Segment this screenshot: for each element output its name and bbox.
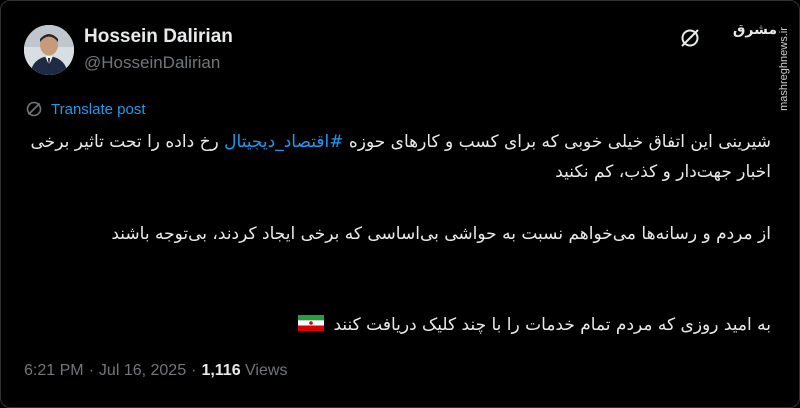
translate-post-label: Translate post <box>51 100 146 118</box>
post-card: Hossein Dalirian @HosseinDalirian مشرق m… <box>0 0 800 408</box>
iran-flag-icon <box>298 315 325 331</box>
tweet-paragraph-2: از مردم و رسانه‌ها می‌خواهم نسبت به حواش… <box>21 219 771 249</box>
post-meta: 6:21 PM · Jul 16, 2025 · 1,116 Views <box>24 362 287 380</box>
tweet-paragraph-3: به امید روزی که مردم تمام خدمات را با چن… <box>21 310 771 340</box>
tweet-text-3: به امید روزی که مردم تمام خدمات را با چن… <box>333 315 771 335</box>
translate-post-link[interactable]: Translate post <box>25 100 146 118</box>
post-date[interactable]: Jul 16, 2025 <box>99 362 186 379</box>
watermark-url: mashreghnews.ir <box>778 27 790 111</box>
avatar-image <box>24 25 74 75</box>
handle[interactable]: @HosseinDalirian <box>84 53 220 73</box>
tweet-text-1a: شیرینی این اتفاق خیلی خوبی که برای کسب و… <box>348 132 771 152</box>
slash-circle-icon <box>681 29 699 47</box>
post-time[interactable]: 6:21 PM <box>24 362 84 379</box>
meta-separator-2: · <box>191 362 197 379</box>
hashtag-link[interactable]: #اقتصاد_دیجیتال <box>224 132 343 152</box>
watermark: mashreghnews.ir <box>777 13 791 125</box>
avatar[interactable] <box>24 25 74 75</box>
display-name[interactable]: Hossein Dalirian <box>84 26 233 48</box>
tweet-paragraph-1: شیرینی این اتفاق خیلی خوبی که برای کسب و… <box>21 127 771 187</box>
views-count[interactable]: 1,116 <box>201 362 240 379</box>
meta-separator: · <box>88 362 94 379</box>
tweet-text-2: از مردم و رسانه‌ها می‌خواهم نسبت به حواش… <box>111 224 771 244</box>
views-label: Views <box>245 362 288 379</box>
watermark-logo-text: مشرق <box>732 21 777 37</box>
translate-icon <box>26 101 42 117</box>
